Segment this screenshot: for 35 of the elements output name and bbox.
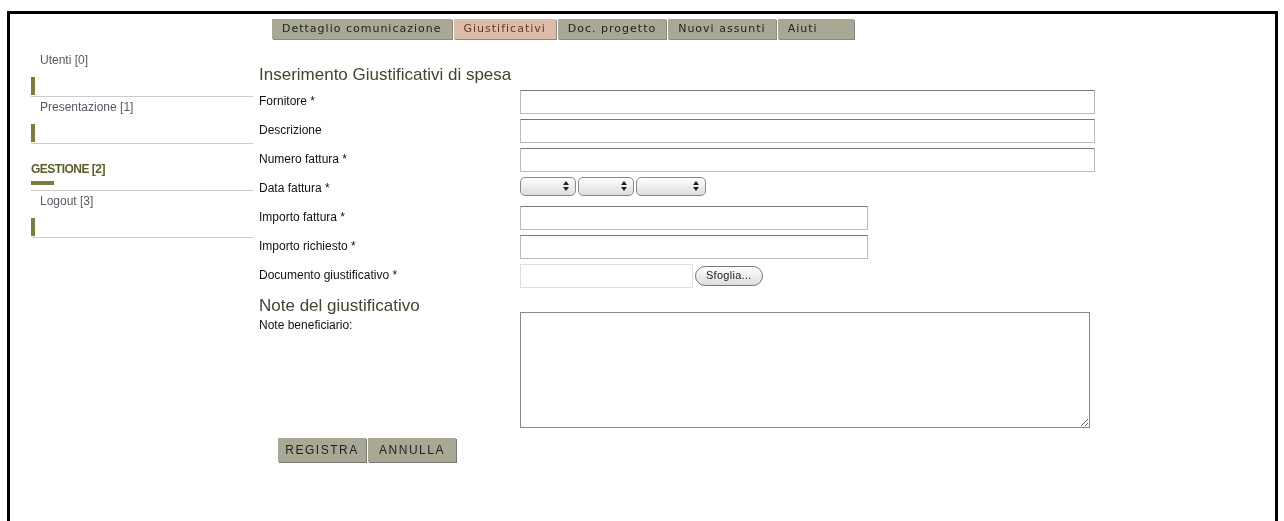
- stepper-icon: [563, 181, 569, 191]
- notes-field[interactable]: [520, 311, 1090, 428]
- tab[interactable]: Doc. progetto: [557, 19, 667, 39]
- form-button[interactable]: ANNULLA: [368, 437, 456, 462]
- field-label: Fornitore *: [259, 92, 317, 110]
- input-field[interactable]: [520, 147, 1095, 172]
- sidebar-item[interactable]: GESTIONE [2]: [31, 144, 253, 191]
- field-label: Data fattura *: [259, 179, 331, 197]
- dropdown[interactable]: [578, 176, 634, 196]
- field-label: Importo richiesto *: [259, 237, 357, 255]
- field-label: Descrizione: [259, 121, 323, 139]
- browse-button[interactable]: Sfoglia...: [695, 265, 763, 286]
- stepper-icon: [693, 181, 699, 191]
- form-title: Inserimento Giustificativi di spesa: [259, 64, 513, 86]
- sidebar-item[interactable]: Logout [3]: [31, 191, 253, 238]
- field-label: Documento giustificativo *: [259, 266, 399, 284]
- tab[interactable]: Dettaglio comunicazione: [272, 19, 452, 39]
- tab[interactable]: Aiuti: [777, 19, 854, 39]
- tab[interactable]: Nuovi assunti: [668, 19, 776, 39]
- dropdown[interactable]: [520, 176, 576, 196]
- file-field[interactable]: [520, 263, 693, 288]
- tab[interactable]: Giustificativi: [453, 19, 556, 39]
- section-title: Note del giustificativo: [259, 295, 421, 316]
- sidebar-item[interactable]: Presentazione [1]: [31, 97, 253, 144]
- dropdown[interactable]: [636, 176, 706, 196]
- field-label: Importo fattura *: [259, 208, 347, 226]
- field-label: Numero fattura *: [259, 150, 349, 168]
- input-field[interactable]: [520, 234, 868, 259]
- input-field[interactable]: [520, 89, 1095, 114]
- field-label: Note beneficiario:: [259, 316, 354, 334]
- sidebar-item[interactable]: Utenti [0]: [31, 50, 253, 97]
- input-field[interactable]: [520, 118, 1095, 143]
- form-button[interactable]: REGISTRA: [278, 437, 366, 462]
- input-field[interactable]: [520, 205, 868, 230]
- stepper-icon: [621, 181, 627, 191]
